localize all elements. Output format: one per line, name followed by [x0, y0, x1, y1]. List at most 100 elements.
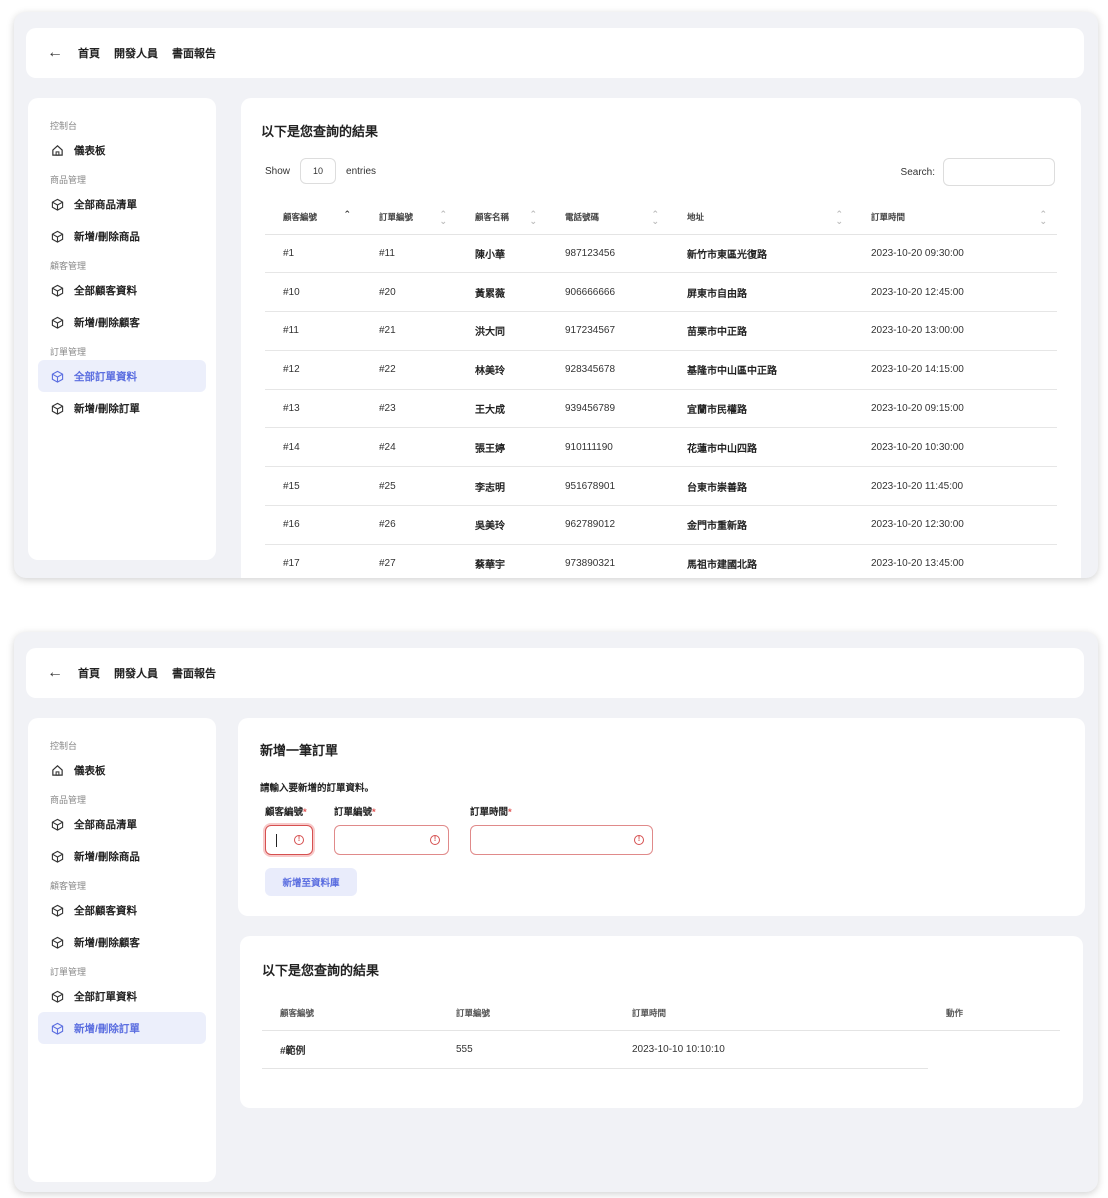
customer-id-label: 顧客編號*	[265, 807, 307, 818]
sidebar-item-edit-orders[interactable]: 新增/刪除訂單	[38, 392, 206, 424]
column-header[interactable]: 電話號碼 ⌃ ⌄	[547, 200, 669, 235]
entries-label: entries	[346, 165, 377, 177]
sidebar-section-orders: 訂單管理	[50, 347, 87, 357]
sidebar-item-edit-customers[interactable]: 新增/刪除顧客	[38, 306, 206, 338]
error-icon: !	[430, 835, 440, 845]
sort-icon[interactable]: ⌃ ⌄	[1039, 210, 1047, 226]
order-time-input[interactable]: !	[470, 825, 653, 855]
sidebar-section-orders: 訂單管理	[50, 967, 87, 977]
sidebar-item-all-orders[interactable]: 全部訂單資料	[38, 360, 206, 392]
sidebar-section-dashboard: 控制台	[50, 121, 78, 131]
results-title: 以下是您查詢的結果	[261, 124, 379, 139]
column-header[interactable]: 地址 ⌃ ⌄	[669, 200, 853, 235]
top-bar: ← 首頁 開發人員 書面報告	[26, 28, 1084, 78]
cube-icon	[50, 935, 64, 949]
breadcrumb-report[interactable]: 書面報告	[172, 45, 216, 61]
breadcrumb-developers[interactable]: 開發人員	[114, 45, 158, 61]
home-icon	[50, 143, 64, 157]
sidebar-item-label: 新增/刪除商品	[74, 230, 140, 243]
sidebar-section-products: 商品管理	[50, 795, 87, 805]
back-arrow-icon[interactable]: ←	[46, 44, 64, 62]
sidebar-item-all-products[interactable]: 全部商品清單	[38, 808, 206, 840]
results-title: 以下是您查詢的結果	[262, 963, 380, 978]
new-orders-table: 顧客編號 訂單編號 訂單時間 動作 #範例 555 2023-10-10 10:…	[262, 996, 1060, 1069]
top-bar: ← 首頁 開發人員 書面報告	[26, 648, 1084, 698]
column-header: 訂單時間	[614, 996, 928, 1031]
add-order-form-panel: 新增一筆訂單 請輸入要新增的訂單資料。 顧客編號* 訂單編號* 訂單時間* ! …	[238, 718, 1085, 916]
table-row: #範例 555 2023-10-10 10:10:10	[262, 1030, 1060, 1069]
sidebar-item-label: 新增/刪除訂單	[74, 402, 140, 415]
sidebar-item-edit-products[interactable]: 新增/刪除商品	[38, 220, 206, 252]
table-row: #12 #22 林美玲 928345678 基隆市中山區中正路 2023-10-20 14…	[265, 350, 1057, 390]
sidebar-item-label: 儀表板	[74, 764, 106, 777]
sort-icon[interactable]: ⌃ ⌄	[439, 210, 447, 226]
table-row: #14 #24 張王婷 910111190 花蓮市中山四路 2023-10-20 10:3…	[265, 427, 1057, 468]
column-header[interactable]: 顧客名稱 ⌃ ⌄	[457, 200, 547, 235]
error-icon: !	[634, 835, 644, 845]
table-row: #15 #25 李志明 951678901 台東市崇善路 2023-10-20 11:45…	[265, 466, 1057, 507]
sidebar-item-label: 儀表板	[74, 144, 106, 157]
cube-icon	[50, 315, 64, 329]
breadcrumb-report[interactable]: 書面報告	[172, 665, 216, 681]
sidebar-item-label: 新增/刪除商品	[74, 850, 140, 863]
back-arrow-icon[interactable]: ←	[46, 664, 64, 682]
column-header: 訂單編號	[438, 996, 614, 1031]
column-header[interactable]: 訂單時間 ⌃ ⌄	[853, 200, 1057, 235]
sidebar-item-label: 全部訂單資料	[74, 990, 137, 1003]
table-row: #13 #23 王大成 939456789 宜蘭市民權路 2023-10-20 09:15…	[265, 389, 1057, 429]
customer-id-input[interactable]: !	[265, 825, 313, 855]
column-header[interactable]: 訂單編號 ⌃ ⌄	[361, 200, 457, 235]
sort-icon[interactable]: ⌃ ⌄	[835, 210, 843, 226]
sidebar-section-dashboard: 控制台	[50, 741, 78, 751]
sidebar-item-all-customers[interactable]: 全部顧客資料	[38, 274, 206, 306]
orders-table: 顧客編號 ⌃ 訂單編號 ⌃ ⌄ 顧客名稱 ⌃ ⌄ 電話號碼 ⌃ ⌄ 地址 ⌃ ⌄ 訂單時間 ⌃ ⌄ #…	[265, 200, 1057, 578]
sidebar-item-all-customers[interactable]: 全部顧客資料	[38, 894, 206, 926]
table-row: #10 #20 黃累薇 906666666 屏東市自由路 2023-10-20 12:45…	[265, 272, 1057, 313]
column-header: 動作	[928, 996, 1060, 1031]
cube-icon	[50, 989, 64, 1003]
sort-icon[interactable]: ⌃ ⌄	[529, 210, 537, 226]
breadcrumb-home[interactable]: 首頁	[78, 665, 100, 681]
sidebar-item-edit-customers[interactable]: 新增/刪除顧客	[38, 926, 206, 958]
cube-icon	[50, 401, 64, 415]
sidebar-item-all-products[interactable]: 全部商品清單	[38, 188, 206, 220]
cube-icon	[50, 229, 64, 243]
show-label: Show	[265, 165, 291, 177]
sidebar: 控制台 儀表板 商品管理 全部商品清單 新增/刪除商品 顧客管理 全部顧客資料 …	[28, 718, 216, 1182]
search-control: Search:	[901, 158, 1055, 186]
entries-control: Show 10 entries	[265, 158, 376, 184]
table-row: #16 #26 吳美玲 962789012 金門市重新路 2023-10-20 12:30…	[265, 505, 1057, 545]
sidebar-item-label: 全部商品清單	[74, 818, 137, 831]
breadcrumb-home[interactable]: 首頁	[78, 45, 100, 61]
table-row: #11 #21 洪大同 917234567 苗栗市中正路 2023-10-20 13:00…	[265, 311, 1057, 351]
table-row: #1 #11 陳小華 987123456 新竹市東區光復路 2023-10-20 09:3…	[265, 234, 1057, 274]
sidebar-item-label: 全部訂單資料	[74, 370, 137, 383]
sidebar-item-dashboard[interactable]: 儀表板	[38, 754, 206, 786]
sidebar-item-edit-products[interactable]: 新增/刪除商品	[38, 840, 206, 872]
error-icon: !	[294, 835, 304, 845]
sidebar-item-dashboard[interactable]: 儀表板	[38, 134, 206, 166]
form-prompt: 請輸入要新增的訂單資料。	[260, 783, 375, 794]
entries-select[interactable]: 10	[300, 158, 337, 184]
cube-icon	[50, 849, 64, 863]
cube-icon	[50, 283, 64, 297]
order-time-label: 訂單時間*	[470, 807, 512, 818]
sidebar-item-all-orders[interactable]: 全部訂單資料	[38, 980, 206, 1012]
add-to-database-button[interactable]: 新增至資料庫	[265, 868, 357, 896]
cube-icon	[50, 197, 64, 211]
table-header-row: 顧客編號 訂單編號 訂單時間 動作	[262, 996, 1060, 1031]
sort-icon[interactable]: ⌃ ⌄	[651, 210, 659, 226]
table-header-row: 顧客編號 ⌃ 訂單編號 ⌃ ⌄ 顧客名稱 ⌃ ⌄ 電話號碼 ⌃ ⌄ 地址 ⌃ ⌄ 訂單時間 ⌃ ⌄	[265, 200, 1057, 235]
text-caret	[276, 834, 277, 847]
sidebar-item-label: 全部顧客資料	[74, 284, 137, 297]
column-header[interactable]: 顧客編號 ⌃	[265, 200, 361, 235]
order-id-input[interactable]: !	[334, 825, 449, 855]
search-input[interactable]	[943, 158, 1055, 186]
sort-icon[interactable]: ⌃	[343, 210, 351, 219]
breadcrumb-developers[interactable]: 開發人員	[114, 665, 158, 681]
sidebar-item-edit-orders[interactable]: 新增/刪除訂單	[38, 1012, 206, 1044]
results-panel: 以下是您查詢的結果 顧客編號 訂單編號 訂單時間 動作 #範例 555 2023…	[240, 936, 1083, 1108]
sidebar-item-label: 新增/刪除顧客	[74, 936, 140, 949]
form-title: 新增一筆訂單	[260, 743, 339, 758]
sidebar-item-label: 全部商品清單	[74, 198, 137, 211]
